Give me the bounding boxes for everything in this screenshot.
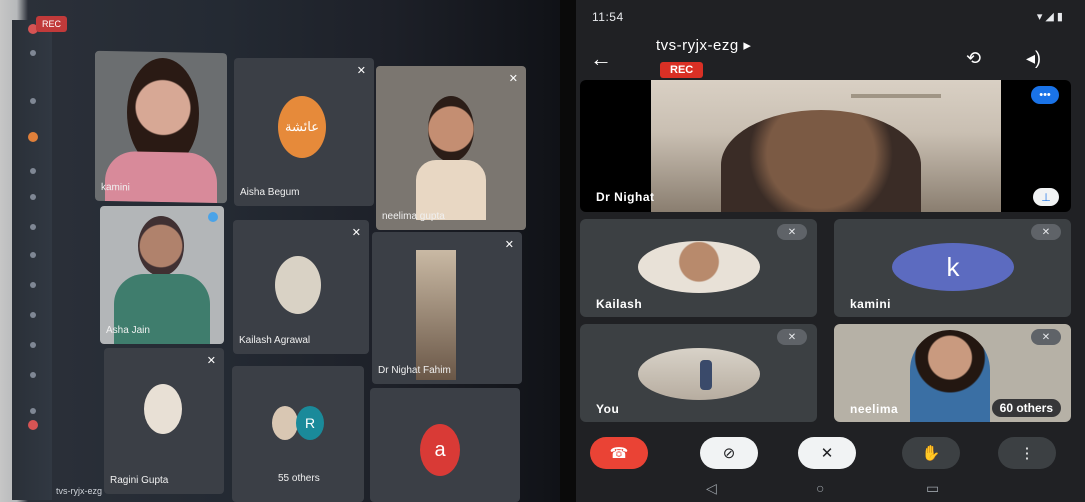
phone-hangup-icon: ☎ — [609, 445, 629, 462]
nav-back-icon[interactable]: ◁ — [706, 480, 717, 497]
camera-toggle-button[interactable]: ⊘ — [700, 437, 758, 469]
participant-name: You — [596, 402, 620, 416]
meeting-code: tvs-ryjx-ezg — [56, 486, 103, 496]
participant-avatar: R — [296, 406, 324, 440]
participant-tile-kailash[interactable]: ✕ Kailash — [580, 219, 817, 317]
participant-name: neelima — [850, 402, 899, 416]
raise-hand-button[interactable]: ✋ — [902, 437, 960, 469]
others-count[interactable]: 60 others — [991, 399, 1061, 417]
camera-off-icon: ⊘ — [722, 445, 736, 462]
participant-avatar-letter: k — [892, 243, 1014, 291]
participant-name: Kailash — [596, 297, 643, 311]
mic-off-icon: ✕ — [356, 65, 366, 77]
mic-off-icon: ✕ — [1031, 329, 1061, 345]
participant-name: kamini — [101, 181, 130, 194]
mic-off-icon: ✕ — [206, 355, 216, 367]
participant-avatar — [144, 384, 182, 434]
participant-avatar — [272, 406, 298, 440]
participant-tile: ✕ Ragini Gupta — [104, 348, 224, 494]
speaking-indicator-icon — [208, 212, 218, 222]
more-vert-icon: ⋮ — [1019, 445, 1035, 462]
participant-video — [910, 330, 990, 422]
nav-home-icon[interactable]: ○ — [816, 480, 824, 496]
others-count: 55 others — [278, 473, 320, 484]
sidebar-icon — [30, 224, 36, 230]
participant-name: Asha Jain — [106, 325, 150, 336]
mic-off-icon: ✕ — [508, 73, 518, 85]
participant-avatar — [638, 348, 760, 400]
sidebar-icon — [30, 372, 36, 378]
participant-avatar: a — [420, 424, 460, 476]
status-time: 11:54 — [592, 10, 624, 24]
participant-name: Aisha Begum — [240, 187, 300, 198]
add-icon — [30, 98, 36, 104]
mic-off-icon: ✕ — [504, 239, 514, 251]
laptop-sidebar — [12, 20, 52, 500]
participant-tile-kamini[interactable]: ✕ k kamini — [834, 219, 1071, 317]
participant-tile: عائشة ✕ Aisha Begum — [234, 58, 374, 206]
speaker-face — [721, 110, 921, 212]
meeting-title[interactable]: tvs-ryjx-ezg ▸ — [656, 36, 751, 54]
participant-name: neelima gupta — [382, 211, 445, 222]
participant-name: Kailash Agrawal — [239, 335, 311, 346]
status-icons: ▾ ◢ ▮ — [1036, 11, 1063, 23]
mic-off-icon: ✕ — [777, 224, 807, 240]
android-nav-bar: ◁ ○ ▭ — [576, 478, 1085, 502]
end-call-button[interactable]: ☎ — [590, 437, 648, 469]
rec-badge: REC — [660, 62, 704, 78]
hand-icon: ✋ — [921, 445, 941, 462]
sidebar-icon — [30, 252, 36, 258]
pin-icon[interactable]: ⊥ — [1033, 188, 1059, 206]
sidebar-icon — [30, 408, 36, 414]
audio-level-icon: ••• — [1031, 86, 1059, 104]
menu-icon — [30, 50, 36, 56]
participant-tile: Asha Jain — [100, 206, 224, 344]
participant-avatar — [638, 241, 760, 293]
sidebar-icon — [30, 194, 36, 200]
phone-meet-screen: 11:54 ▾ ◢ ▮ ← tvs-ryjx-ezg ▸ REC ⟲ ◂) Dr… — [576, 0, 1085, 502]
more-options-button[interactable]: ⋮ — [998, 437, 1056, 469]
main-speaker-name: Dr Nighat — [596, 190, 655, 204]
participant-avatar — [275, 256, 321, 314]
participant-tile: a — [370, 388, 520, 502]
participant-video — [105, 151, 217, 203]
speaker-icon[interactable]: ◂) — [1026, 48, 1041, 69]
sidebar-icon — [30, 168, 36, 174]
sidebar-icon — [30, 312, 36, 318]
record-icon — [28, 420, 38, 430]
participant-tile: ✕ neelima gupta — [376, 66, 526, 230]
speaker-video-feed — [651, 80, 1001, 212]
chat-icon — [28, 132, 38, 142]
mic-off-icon: ✕ — [820, 445, 834, 462]
mic-off-icon: ✕ — [1031, 224, 1061, 240]
person-figure — [700, 360, 712, 390]
participant-tile: kamini — [95, 50, 227, 204]
participant-name: kamini — [850, 297, 892, 311]
participant-avatar: عائشة — [278, 96, 326, 158]
sidebar-icon — [30, 282, 36, 288]
participant-name: Dr Nighat Fahim — [378, 365, 451, 376]
switch-camera-icon[interactable]: ⟲ — [966, 48, 981, 69]
participant-tile-you[interactable]: ✕ You — [580, 324, 817, 422]
participant-tile: ✕ Dr Nighat Fahim — [372, 232, 522, 384]
participant-video — [138, 216, 184, 276]
back-arrow-icon[interactable]: ← — [590, 46, 612, 72]
rec-badge: REC — [36, 16, 68, 32]
mic-off-icon: ✕ — [777, 329, 807, 345]
participant-tile: R 55 others — [232, 366, 364, 502]
main-speaker-video[interactable]: Dr Nighat ••• ⊥ — [580, 80, 1071, 212]
microphone-toggle-button[interactable]: ✕ — [798, 437, 856, 469]
participant-name: Ragini Gupta — [110, 475, 169, 486]
participant-video — [416, 250, 456, 380]
participant-video — [428, 96, 474, 162]
laptop-meeting-photo: REC kamini عائشة ✕ Aisha Begum ✕ neelima… — [0, 0, 560, 502]
nav-recents-icon[interactable]: ▭ — [926, 480, 939, 497]
meeting-title-text: tvs-ryjx-ezg — [656, 37, 739, 54]
mic-off-icon: ✕ — [351, 227, 361, 239]
ceiling-fan — [851, 94, 941, 98]
participant-tile: ✕ Kailash Agrawal — [233, 220, 369, 354]
sidebar-icon — [30, 342, 36, 348]
participant-tile-neelima[interactable]: ✕ neelima 60 others — [834, 324, 1071, 422]
